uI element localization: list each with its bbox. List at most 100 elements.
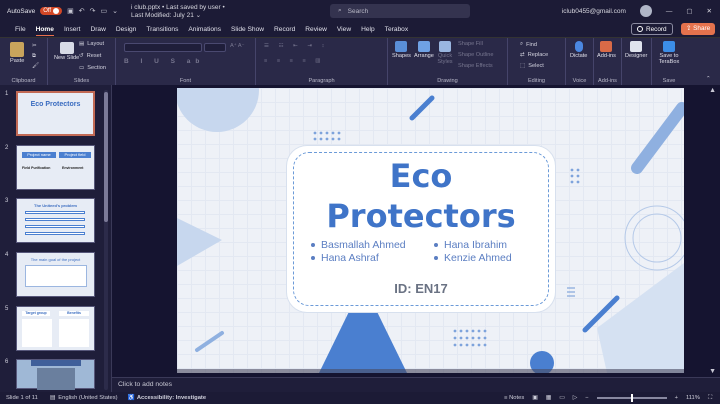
redo-icon[interactable]: ↷ bbox=[90, 7, 96, 15]
shape-effects-button[interactable]: Shape Effects bbox=[458, 63, 493, 69]
tab-home[interactable]: Home bbox=[31, 22, 59, 37]
tab-draw[interactable]: Draw bbox=[85, 22, 110, 37]
new-slide-icon bbox=[59, 42, 74, 54]
minimize-icon[interactable]: — bbox=[666, 8, 673, 15]
grow-font-icon[interactable]: A⁺ A⁻ bbox=[230, 43, 245, 49]
notes-toggle-button[interactable]: ≡ Notes bbox=[504, 395, 524, 401]
scroll-down-icon[interactable]: ▼ bbox=[709, 368, 716, 375]
share-button[interactable]: ⇪ Share bbox=[681, 23, 716, 35]
font-family-select[interactable] bbox=[124, 43, 202, 52]
tab-animations[interactable]: Animations bbox=[183, 22, 226, 37]
tab-file[interactable]: File bbox=[10, 22, 31, 37]
reset-button[interactable]: ↺ Reset bbox=[79, 53, 101, 59]
font-size-select[interactable] bbox=[204, 43, 226, 52]
scrollbar-handle[interactable] bbox=[104, 92, 108, 222]
search-input[interactable]: ⌕ Search bbox=[330, 4, 470, 18]
align-buttons-icon[interactable]: ≡ ≡ ≡ ≡ ▥ bbox=[264, 58, 325, 64]
member-list-right[interactable]: Hana Ibrahim Kenzie Ahmed bbox=[434, 239, 512, 265]
addins-button[interactable]: Add-ins bbox=[597, 41, 616, 59]
cut-icon[interactable]: ✂ bbox=[32, 43, 37, 49]
copy-icon[interactable]: ⧉ bbox=[32, 53, 36, 60]
format-buttons-icon[interactable]: B I U S ab bbox=[124, 58, 204, 65]
tab-transitions[interactable]: Transitions bbox=[141, 22, 183, 37]
dictate-button[interactable]: Dictate bbox=[570, 41, 587, 59]
toggle-knob bbox=[53, 8, 60, 14]
shape-fill-button[interactable]: Shape Fill bbox=[458, 41, 483, 47]
notes-toggle-label: Notes bbox=[509, 395, 525, 401]
designer-button[interactable]: Designer bbox=[625, 41, 647, 59]
zoom-in-icon[interactable]: + bbox=[675, 395, 678, 401]
reading-view-icon[interactable]: ▭ bbox=[559, 395, 564, 401]
list-buttons-icon[interactable]: ☰ ☷ ⇤ ⇥ ↕ bbox=[264, 43, 328, 49]
slide[interactable]: Eco Protectors Basmallah Ahmed Hana Ashr… bbox=[177, 88, 684, 373]
thumbnail-scrollbar[interactable] bbox=[104, 90, 108, 390]
member-list-left[interactable]: Basmallah Ahmed Hana Ashraf bbox=[311, 239, 406, 265]
team-id[interactable]: ID: EN17 bbox=[287, 281, 555, 296]
slide-title-line1[interactable]: Eco bbox=[287, 158, 555, 194]
autosave-toggle[interactable]: Off bbox=[40, 7, 63, 15]
new-slide-button[interactable]: New Slide bbox=[54, 42, 79, 61]
zoom-level[interactable]: 111% bbox=[686, 395, 700, 401]
thumb-line bbox=[25, 218, 85, 221]
thumb-number: 1 bbox=[5, 91, 9, 97]
format-painter-icon[interactable]: 🖌 bbox=[32, 63, 39, 69]
avatar[interactable] bbox=[639, 5, 652, 17]
fit-slide-icon[interactable]: ⛶ bbox=[708, 395, 712, 402]
paste-button[interactable]: Paste bbox=[10, 42, 24, 64]
layout-button[interactable]: ▤ Layout bbox=[79, 41, 104, 47]
tab-insert[interactable]: Insert bbox=[59, 22, 86, 37]
zoom-out-icon[interactable]: − bbox=[585, 395, 588, 401]
voice-group: Dictate Voice bbox=[566, 38, 594, 86]
spellcheck-icon[interactable]: ▤ bbox=[50, 395, 55, 401]
zoom-slider[interactable] bbox=[596, 394, 667, 402]
scroll-up-icon[interactable]: ▲ bbox=[709, 87, 716, 94]
font-label: Font bbox=[179, 78, 192, 84]
slide-title-line2[interactable]: Protectors bbox=[287, 198, 555, 234]
slide-thumbnail-6[interactable] bbox=[16, 359, 95, 390]
select-button[interactable]: ⬚ Select bbox=[520, 63, 544, 69]
account-email[interactable]: iclub0455@gmail.com bbox=[562, 8, 626, 15]
present-icon[interactable]: ▭ bbox=[100, 7, 107, 15]
replace-button[interactable]: ⇄ Replace bbox=[520, 52, 548, 58]
tab-terabox[interactable]: Terabox bbox=[380, 22, 413, 37]
slide-thumbnail-4[interactable]: The main goal of the project bbox=[16, 252, 95, 297]
customize-icon[interactable]: ⌄ bbox=[112, 7, 118, 15]
drawing-label: Drawing bbox=[437, 78, 458, 84]
tab-view[interactable]: View bbox=[332, 22, 356, 37]
tab-review[interactable]: Review bbox=[300, 22, 332, 37]
notes-pane[interactable]: Click to add notes bbox=[112, 377, 720, 392]
shape-outline-button[interactable]: Shape Outline bbox=[458, 52, 493, 58]
slide-thumbnail-1[interactable]: Eco Protectors bbox=[16, 91, 95, 136]
find-button[interactable]: ⌕ Find bbox=[520, 41, 537, 48]
save-icon[interactable]: ▣ bbox=[67, 7, 74, 15]
close-icon[interactable]: ✕ bbox=[707, 7, 712, 15]
slideshow-icon[interactable]: ▷ bbox=[573, 395, 577, 401]
collapse-ribbon-icon[interactable]: ⌃ bbox=[706, 76, 711, 82]
slide-thumbnail-3[interactable]: The Uniteed's problem bbox=[16, 198, 95, 243]
title-card[interactable]: Eco Protectors Basmallah Ahmed Hana Ashr… bbox=[287, 146, 555, 312]
save-to-terabox-label: Save to TeraBox bbox=[658, 53, 680, 65]
arrange-button[interactable]: Arrange bbox=[414, 41, 434, 59]
maximize-icon[interactable]: ▢ bbox=[686, 7, 692, 15]
search-icon: ⌕ bbox=[338, 7, 342, 14]
normal-view-icon[interactable]: ▣ bbox=[532, 395, 537, 401]
undo-icon[interactable]: ↶ bbox=[79, 7, 85, 15]
section-button[interactable]: ▭ Section bbox=[79, 65, 106, 71]
save-to-terabox-button[interactable]: Save to TeraBox bbox=[655, 41, 683, 65]
thumb-caption: Project name bbox=[22, 152, 56, 158]
tab-help[interactable]: Help bbox=[356, 22, 380, 37]
quick-styles-button[interactable]: Quick Styles bbox=[436, 41, 454, 65]
slide-thumbnail-2[interactable]: Project name Project field Field Purific… bbox=[16, 145, 95, 190]
tab-design[interactable]: Design bbox=[111, 22, 142, 37]
search-placeholder: Search bbox=[347, 7, 369, 15]
shapes-button[interactable]: Shapes bbox=[392, 41, 411, 59]
accessibility-status[interactable]: Accessibility: Investigate bbox=[137, 395, 206, 401]
slide-sorter-icon[interactable]: ▦ bbox=[546, 395, 551, 401]
thumb-caption-field: Project field bbox=[59, 152, 91, 158]
tab-record[interactable]: Record bbox=[269, 22, 300, 37]
slide-thumbnail-5[interactable]: Target group Benefits bbox=[16, 306, 95, 351]
language-status[interactable]: English (United States) bbox=[58, 395, 117, 401]
record-button[interactable]: Record bbox=[631, 23, 673, 35]
terabox-icon bbox=[663, 41, 675, 52]
tab-slide-show[interactable]: Slide Show bbox=[226, 22, 269, 37]
